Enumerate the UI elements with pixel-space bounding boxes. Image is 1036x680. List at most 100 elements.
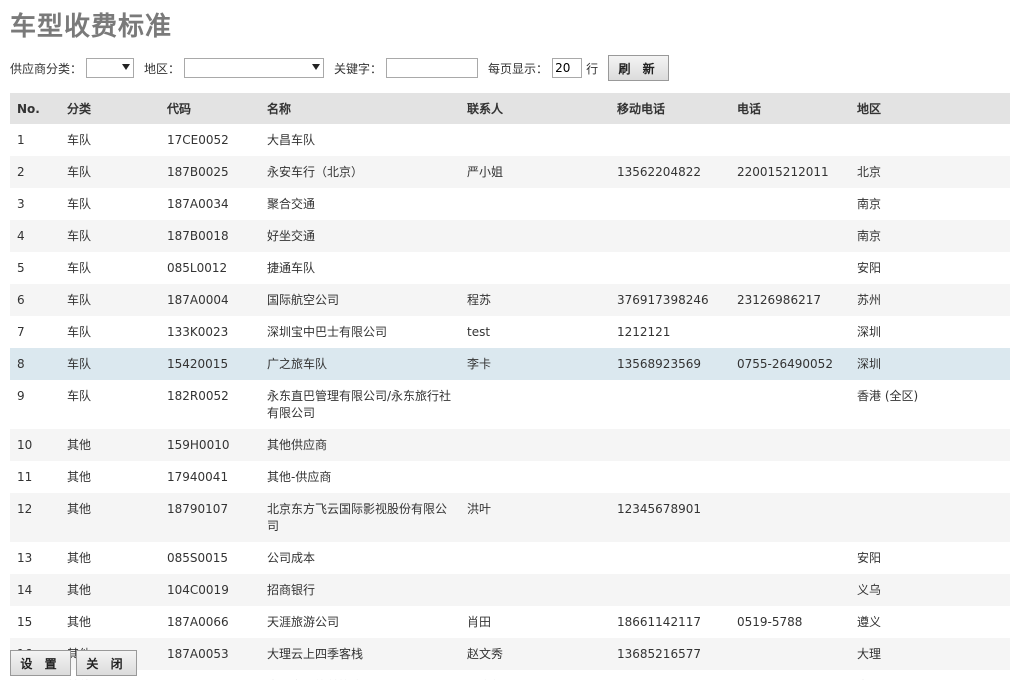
table-row[interactable]: 10 其他 159H0010 其他供应商 bbox=[10, 429, 1010, 461]
cell-mobile bbox=[610, 574, 730, 606]
cell-code: 104C0019 bbox=[167, 583, 229, 597]
cell-name: 捷通车队 bbox=[267, 261, 316, 275]
cell-phone: 220015212011 bbox=[737, 165, 829, 179]
region-select[interactable] bbox=[184, 58, 325, 78]
cell-no: 13 bbox=[17, 551, 33, 565]
table-row[interactable]: 2 车队 187B0025 永安车行（北京） 严小姐 13562204822 2200152… bbox=[10, 156, 1010, 188]
cell-contact bbox=[460, 461, 610, 493]
cell-phone bbox=[730, 574, 850, 606]
table-row[interactable]: 9 车队 182R0052 永东直巴管理有限公司/永东旅行社有限公司 香港 (全区) bbox=[10, 380, 1010, 429]
cell-phone bbox=[730, 638, 850, 670]
refresh-button[interactable]: 刷 新 bbox=[608, 55, 670, 81]
table-body: 1 车队 17CE0052 大昌车队 2 车队 187B0025 永安车行（北京） 严小姐 135… bbox=[10, 124, 1010, 680]
cell-category: 车队 bbox=[67, 229, 92, 243]
cell-name: 其他供应商 bbox=[267, 438, 328, 452]
cell-phone: 0755-26490052 bbox=[737, 357, 833, 371]
table-row[interactable]: 15 其他 187A0066 天涯旅游公司 肖田 18661142117 0519-5788… bbox=[10, 606, 1010, 638]
cell-category: 其他 bbox=[67, 551, 92, 565]
cell-no: 15 bbox=[17, 615, 33, 629]
cell-contact bbox=[460, 188, 610, 220]
cell-region bbox=[850, 429, 1010, 461]
column-header-category: 分类 bbox=[60, 93, 160, 124]
cell-mobile: 12365987523 bbox=[610, 670, 730, 680]
table-row[interactable]: 13 其他 085S0015 公司成本 安阳 bbox=[10, 542, 1010, 574]
cell-category: 车队 bbox=[67, 389, 92, 403]
cell-no: 7 bbox=[17, 325, 25, 339]
keyword-input[interactable] bbox=[386, 58, 479, 78]
cell-phone bbox=[730, 252, 850, 284]
cell-contact: 王店长 bbox=[460, 670, 610, 680]
cell-name: 其他-供应商 bbox=[267, 470, 332, 484]
cell-code: 17CE0052 bbox=[167, 133, 229, 147]
cell-region: 安阳 bbox=[857, 261, 882, 275]
cell-contact bbox=[460, 380, 610, 429]
cell-region bbox=[850, 124, 1010, 156]
cell-mobile bbox=[610, 188, 730, 220]
cell-name: 深圳宝中巴士有限公司 bbox=[267, 325, 388, 339]
table-row[interactable]: 16其他187A0053大理云上四季客栈赵文秀13685216577大理 bbox=[10, 638, 1010, 670]
cell-name: 好坐交通 bbox=[267, 229, 316, 243]
cell-mobile: 12345678901 bbox=[617, 502, 701, 516]
cell-contact: test bbox=[467, 325, 491, 339]
table-row[interactable]: 4 车队 187B0018 好坐交通 南京 bbox=[10, 220, 1010, 252]
cell-category: 其他 bbox=[67, 502, 92, 516]
cell-contact bbox=[460, 124, 610, 156]
cell-code: 17940041 bbox=[167, 470, 229, 484]
cell-contact bbox=[460, 542, 610, 574]
cell-region: 安阳 bbox=[857, 551, 882, 565]
table-row[interactable]: 5 车队 085L0012 捷通车队 安阳 bbox=[10, 252, 1010, 284]
cell-phone bbox=[730, 124, 850, 156]
keyword-label: 关键字： bbox=[334, 61, 383, 76]
cell-code: 187A0004 bbox=[167, 293, 229, 307]
cell-mobile bbox=[610, 461, 730, 493]
cell-code: 085L0012 bbox=[167, 261, 228, 275]
cell-name: 大昌车队 bbox=[267, 133, 316, 147]
per-page-input[interactable] bbox=[552, 58, 583, 78]
cell-no: 6 bbox=[17, 293, 25, 307]
cell-region: 南京 bbox=[857, 229, 882, 243]
close-button[interactable]: 关 闭 bbox=[76, 650, 137, 676]
cell-region: 香港 (全区) bbox=[857, 389, 919, 403]
cell-category: 其他 bbox=[67, 470, 92, 484]
table-header-row: No. 分类 代码 名称 联系人 移动电话 电话 地区 bbox=[10, 93, 1010, 124]
supplier-category-label: 供应商分类： bbox=[10, 61, 83, 76]
cell-mobile bbox=[610, 380, 730, 429]
cell-mobile: 376917398246 bbox=[617, 293, 709, 307]
cell-code: 187B0030 bbox=[160, 670, 260, 680]
table-row[interactable]: 12 其他 18790107 北京东方飞云国际影视股份有限公司 洪叶 1234567890… bbox=[10, 493, 1010, 542]
cell-mobile: 1212121 bbox=[617, 325, 671, 339]
cell-name: 大理云上四季客栈 bbox=[267, 647, 364, 661]
cell-mobile bbox=[610, 252, 730, 284]
cell-name: 公司成本 bbox=[267, 551, 316, 565]
cell-phone: 0519-5788 bbox=[737, 615, 803, 629]
table-row[interactable]: 8 车队 15420015 广之旅车队 李卡 13568923569 0755-264900… bbox=[10, 348, 1010, 380]
table-row[interactable]: 3 车队 187A0034 聚合交通 南京 bbox=[10, 188, 1010, 220]
settings-button[interactable]: 设 置 bbox=[10, 650, 71, 676]
cell-no: 12 bbox=[17, 502, 33, 516]
table-row[interactable]: 11 其他 17940041 其他-供应商 bbox=[10, 461, 1010, 493]
cell-contact: 程苏 bbox=[467, 293, 492, 307]
table-row[interactable]: 14 其他 104C0019 招商银行 义乌 bbox=[10, 574, 1010, 606]
table-row[interactable]: 17其他187B0030大理市民族首饰店王店长12365987523大理 bbox=[10, 670, 1010, 680]
cell-code: 159H0010 bbox=[167, 438, 230, 452]
column-header-phone: 电话 bbox=[730, 93, 850, 124]
cell-region: 深圳 bbox=[857, 357, 882, 371]
column-header-region: 地区 bbox=[850, 93, 1010, 124]
cell-category: 车队 bbox=[67, 293, 92, 307]
cell-code: 18790107 bbox=[167, 502, 229, 516]
table-row[interactable]: 1 车队 17CE0052 大昌车队 bbox=[10, 124, 1010, 156]
cell-mobile: 18661142117 bbox=[617, 615, 701, 629]
cell-mobile: 13568923569 bbox=[617, 357, 701, 371]
table-row[interactable]: 6 车队 187A0004 国际航空公司 程苏 376917398246 231269862… bbox=[10, 284, 1010, 316]
cell-phone bbox=[730, 542, 850, 574]
cell-phone bbox=[730, 316, 850, 348]
cell-phone bbox=[730, 188, 850, 220]
cell-no: 1 bbox=[17, 133, 25, 147]
cell-region: 苏州 bbox=[857, 293, 882, 307]
cell-category: 车队 bbox=[67, 197, 92, 211]
supplier-category-select[interactable] bbox=[86, 58, 135, 78]
cell-region: 大理 bbox=[850, 670, 1010, 680]
cell-contact bbox=[460, 429, 610, 461]
column-header-name: 名称 bbox=[260, 93, 460, 124]
table-row[interactable]: 7 车队 133K0023 深圳宝中巴士有限公司 test 1212121 深圳 bbox=[10, 316, 1010, 348]
